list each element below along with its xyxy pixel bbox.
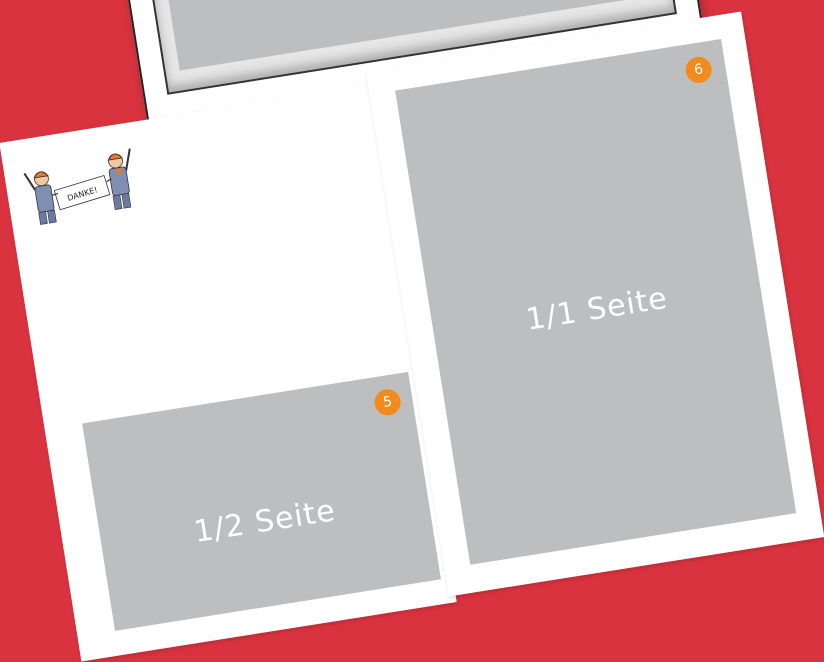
ad-size-label: 1/2 Seite: [191, 493, 339, 551]
ad-number-badge: 6: [683, 55, 714, 85]
right-page: 6 1/1 Seite: [365, 11, 824, 597]
ad-number-badge: 5: [372, 387, 403, 418]
full-page-ad-placeholder: 6 1/1 Seite: [395, 39, 797, 565]
half-page-ad-placeholder: 5 1/2 Seite: [82, 371, 441, 631]
magazine-layout-scene: DANKE! 5 1/2 Seite 6 1/1 Seite: [0, 0, 824, 662]
thanks-illustration-icon: DANKE!: [23, 148, 132, 225]
ad-size-label: 1/1 Seite: [523, 280, 671, 338]
